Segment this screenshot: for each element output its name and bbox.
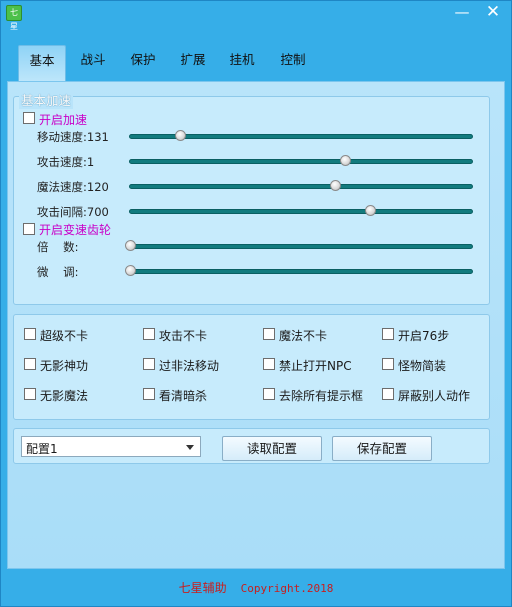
magic-speed-label: 魔法速度:120	[37, 180, 109, 194]
tab-control[interactable]: 控制	[269, 45, 317, 81]
option-label: 开启76步	[398, 329, 450, 343]
title-bar[interactable]: 七星 — ✕	[1, 1, 511, 31]
option-checkbox[interactable]	[382, 328, 394, 340]
move-speed-slider[interactable]	[129, 130, 473, 141]
attack-interval-thumb[interactable]	[365, 205, 377, 216]
option-label: 屏蔽别人动作	[398, 389, 471, 403]
footer: 七星辅助 Copyright.2018	[1, 579, 511, 597]
option-label: 无影魔法	[40, 389, 89, 403]
option-label: 禁止打开NPC	[279, 359, 352, 373]
load-config-button[interactable]: 读取配置	[222, 436, 322, 461]
basic-speed-group: 基本加速 开启加速 移动速度:131 攻击速度:1 魔法速度:120 攻击间隔:…	[13, 90, 490, 305]
option-checkbox[interactable]	[263, 358, 275, 370]
option-label: 魔法不卡	[279, 329, 328, 343]
option-label: 怪物简装	[398, 359, 447, 373]
config-selected-value: 配置1	[26, 442, 58, 456]
option-label: 去除所有提示框	[279, 389, 364, 403]
tab-extend[interactable]: 扩展	[169, 45, 217, 81]
attack-interval-label: 攻击间隔:700	[37, 205, 109, 219]
option-checkbox[interactable]	[24, 388, 36, 400]
app-window: 七星 — ✕ 基本 战斗 保护 扩展 挂机 控制 基本加速 开启加速 移动速度:…	[0, 0, 512, 607]
option-label: 过非法移动	[159, 359, 220, 373]
config-group: 配置1 读取配置 保存配置	[13, 428, 490, 464]
option-checkbox[interactable]	[263, 328, 275, 340]
footer-copyright: Copyright.2018	[240, 582, 334, 595]
tab-afk[interactable]: 挂机	[218, 45, 266, 81]
fine-tune-label: 微 调:	[37, 265, 79, 279]
chevron-down-icon[interactable]	[186, 445, 194, 450]
attack-speed-thumb[interactable]	[339, 155, 351, 166]
option-checkbox[interactable]	[382, 358, 394, 370]
multiplier-thumb[interactable]	[125, 240, 136, 251]
magic-speed-slider[interactable]	[129, 180, 473, 191]
save-config-button[interactable]: 保存配置	[332, 436, 432, 461]
multiplier-label: 倍 数:	[37, 240, 79, 254]
option-label: 无影神功	[40, 359, 89, 373]
magic-speed-thumb[interactable]	[329, 180, 341, 191]
footer-brand: 七星辅助	[178, 581, 227, 595]
attack-speed-label: 攻击速度:1	[37, 155, 95, 169]
tab-basic[interactable]: 基本	[18, 45, 66, 81]
option-label: 攻击不卡	[159, 329, 208, 343]
enable-speed-label: 开启加速	[39, 113, 88, 127]
enable-speed-checkbox[interactable]	[23, 112, 35, 124]
option-checkbox[interactable]	[382, 388, 394, 400]
basic-speed-legend: 基本加速	[19, 90, 74, 109]
enable-gear-checkbox[interactable]	[23, 223, 35, 235]
option-checkbox[interactable]	[263, 388, 275, 400]
config-dropdown[interactable]: 配置1	[21, 436, 201, 457]
multiplier-slider[interactable]	[125, 240, 473, 251]
tab-combat[interactable]: 战斗	[69, 45, 117, 81]
option-checkbox[interactable]	[143, 358, 155, 370]
tab-content-panel: 基本加速 开启加速 移动速度:131 攻击速度:1 魔法速度:120 攻击间隔:…	[7, 81, 505, 569]
app-logo-icon: 七星	[6, 5, 22, 31]
enable-gear-label: 开启变速齿轮	[39, 223, 112, 237]
move-speed-label: 移动速度:131	[37, 130, 109, 144]
option-checkbox[interactable]	[24, 358, 36, 370]
option-label: 看清暗杀	[159, 389, 208, 403]
close-button[interactable]: ✕	[479, 1, 507, 23]
fine-tune-thumb[interactable]	[125, 265, 136, 276]
attack-speed-slider[interactable]	[129, 155, 473, 166]
option-checkbox[interactable]	[143, 388, 155, 400]
option-checkbox[interactable]	[24, 328, 36, 340]
option-label: 超级不卡	[40, 329, 89, 343]
fine-tune-slider[interactable]	[125, 265, 473, 276]
tab-protect[interactable]: 保护	[119, 45, 167, 81]
minimize-button[interactable]: —	[448, 1, 476, 23]
option-checkbox[interactable]	[143, 328, 155, 340]
move-speed-thumb[interactable]	[174, 130, 186, 141]
attack-interval-slider[interactable]	[129, 205, 473, 216]
options-group: 超级不卡 攻击不卡 魔法不卡 开启76步 无影神功 过非法移动 禁止打开NPC …	[13, 314, 490, 420]
